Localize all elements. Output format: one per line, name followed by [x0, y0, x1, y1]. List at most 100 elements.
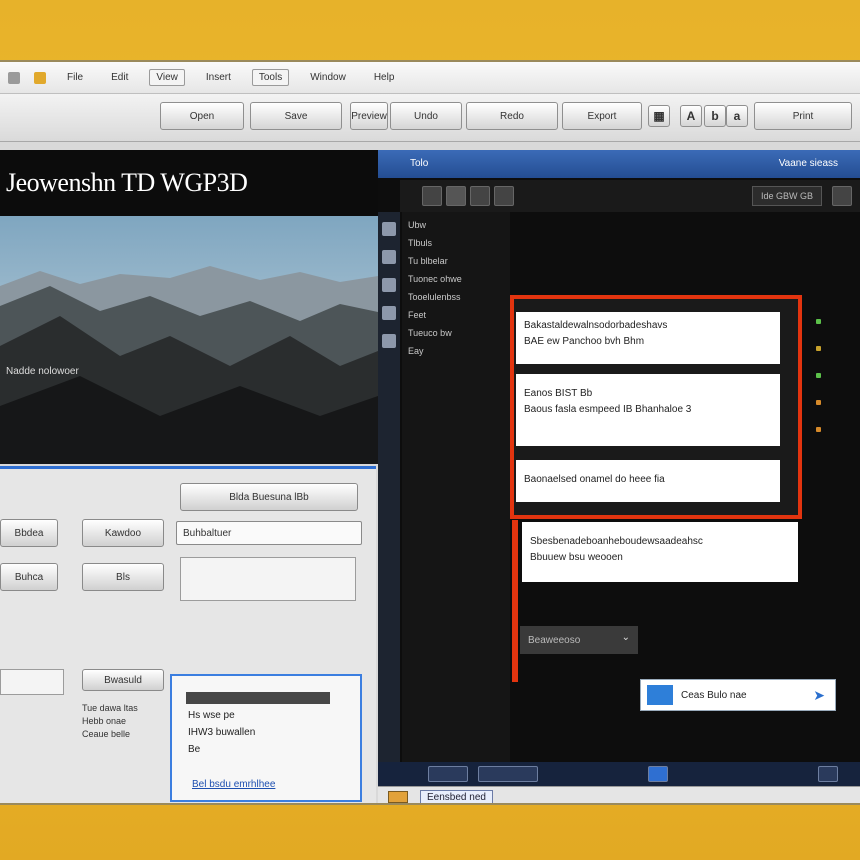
chevron-down-icon: ⌄: [621, 632, 630, 643]
status-dot: [816, 400, 821, 405]
filter-dropdown[interactable]: Beaweeoso ⌄: [520, 626, 638, 654]
right-subtoolbar: Ide GBW GB: [400, 180, 860, 212]
option-button-2[interactable]: Kawdoo: [82, 519, 164, 547]
primary-action-button[interactable]: Blda Buesuna lBb: [180, 483, 358, 511]
mountain-landscape: [0, 216, 378, 464]
popup-link[interactable]: Bel bsdu emrhlhee: [192, 779, 275, 790]
nav-item[interactable]: Eay: [402, 338, 510, 356]
back-icon[interactable]: [422, 186, 442, 206]
print-button[interactable]: Print: [754, 102, 852, 130]
preview-button[interactable]: Preview: [350, 102, 388, 130]
list-item: Tue dawa ltas: [82, 703, 138, 713]
nav-item[interactable]: Tu blbelar: [402, 248, 510, 266]
page-title: Jeowenshn TD WGP3D: [0, 150, 378, 216]
taskbar-item[interactable]: [648, 766, 668, 782]
send-button[interactable]: Ceas Bulo nae ➤: [640, 679, 836, 711]
option-button-3[interactable]: Buhca: [0, 563, 58, 591]
nav-item[interactable]: Feet: [402, 302, 510, 320]
folder-icon: [388, 791, 408, 803]
nav-item[interactable]: Tooelulenbss: [402, 284, 510, 302]
list-item: Ceaue belle: [82, 729, 131, 739]
font-icon-c[interactable]: a: [726, 105, 748, 127]
redo-button[interactable]: Redo: [466, 102, 558, 130]
menu-icon[interactable]: [832, 186, 852, 206]
taskbar-item[interactable]: [818, 766, 838, 782]
taskbar-item[interactable]: [428, 766, 468, 782]
menu-bar: File Edit View Insert Tools Window Help: [0, 62, 860, 94]
folder-icon[interactable]: [382, 306, 396, 320]
status-dot: [816, 346, 821, 351]
filter-dropdown-value: Beaweeoso: [528, 634, 581, 646]
status-label[interactable]: Eensbed ned: [420, 790, 493, 803]
taskbar-item[interactable]: [478, 766, 538, 782]
mail-icon[interactable]: [382, 250, 396, 264]
message-card[interactable]: Sbesbenadeboanheboudewsaadeahsc Bbuuew b…: [522, 522, 798, 582]
message-line: Bbuuew bsu weooen: [530, 552, 623, 563]
message-line: Baonaelsed onamel do heee fia: [524, 474, 665, 485]
image-icon[interactable]: ▦: [648, 105, 670, 127]
menu-file[interactable]: File: [60, 69, 90, 86]
list-item: Hebb onae: [82, 716, 127, 726]
message-card[interactable]: Baonaelsed onamel do heee fia: [516, 460, 780, 502]
doc-icon[interactable]: [382, 278, 396, 292]
app-window: File Edit View Insert Tools Window Help …: [0, 60, 860, 805]
mini-list: Tue dawa ltas Hebb onae Ceaue belle: [82, 702, 138, 741]
right-title-bar: Tolo Vaane sieass: [378, 150, 860, 178]
nav-item[interactable]: Ubw: [402, 212, 510, 230]
undo-button[interactable]: Undo: [390, 102, 462, 130]
folder-icon[interactable]: [34, 71, 46, 84]
nav-item[interactable]: Tuonec ohwe: [402, 266, 510, 284]
toolbar: Open Save Preview Undo Redo Export ▦ A b…: [0, 94, 860, 142]
menu-window[interactable]: Window: [303, 69, 353, 86]
option-button-1[interactable]: Bbdea: [0, 519, 58, 547]
lower-button[interactable]: Bwasuld: [82, 669, 164, 691]
hero-image: Nadde nolowoer: [0, 216, 378, 464]
popup-title-bar: [186, 692, 330, 704]
trash-icon[interactable]: [382, 334, 396, 348]
highlight-marker: [512, 520, 518, 682]
popup-dialog: Hs wse pe IHW3 buwallen Be Bel bsdu emrh…: [170, 674, 362, 802]
popup-line: Hs wse pe: [188, 710, 235, 721]
app-icon: [8, 71, 20, 84]
hero-caption: Nadde nolowoer: [6, 366, 79, 377]
popup-line: Be: [188, 744, 201, 755]
nav-item[interactable]: Tueuco bw: [402, 320, 510, 338]
message-card[interactable]: Eanos BIST Bb Baous fasla esmpeed IB Bha…: [516, 374, 780, 446]
status-bar: Eensbed ned: [378, 786, 860, 803]
menu-edit[interactable]: Edit: [104, 69, 135, 86]
export-button[interactable]: Export: [562, 102, 642, 130]
message-line: Bakastaldewalnsodorbadeshavs: [524, 320, 668, 331]
message-line: Baous fasla esmpeed IB Bhanhaloe 3: [524, 404, 692, 415]
compose-icon: [647, 685, 673, 705]
right-title-right[interactable]: Vaane sieass: [779, 158, 838, 169]
option-select[interactable]: Buhbaltuer: [176, 521, 362, 545]
option-button-4[interactable]: Bls: [82, 563, 164, 591]
forward-icon[interactable]: [470, 186, 490, 206]
open-button[interactable]: Open: [160, 102, 244, 130]
text-area[interactable]: [180, 557, 356, 601]
menu-tools[interactable]: Tools: [251, 69, 290, 86]
taskbar: [378, 762, 860, 786]
font-icon-a[interactable]: A: [680, 105, 702, 127]
popup-line: IHW3 buwallen: [188, 727, 256, 738]
menu-help[interactable]: Help: [367, 69, 402, 86]
font-icon-b[interactable]: b: [704, 105, 726, 127]
icon-sidebar: [378, 212, 400, 772]
nav-list: Ubw Tlbuls Tu blbelar Tuonec ohwe Tooelu…: [402, 212, 510, 772]
message-card[interactable]: Bakastaldewalnsodorbadeshavs BAE ew Panc…: [516, 312, 780, 364]
menu-insert[interactable]: Insert: [199, 69, 238, 86]
search-input[interactable]: Ide GBW GB: [751, 186, 822, 206]
settings-icon[interactable]: [494, 186, 514, 206]
right-title-left: Tolo: [410, 158, 429, 169]
media-icon[interactable]: [446, 186, 466, 206]
arrow-right-icon: ➤: [813, 686, 825, 703]
save-button[interactable]: Save: [250, 102, 342, 130]
status-dot: [816, 319, 821, 324]
message-line: BAE ew Panchoo bvh Bhm: [524, 336, 645, 347]
lower-field[interactable]: [0, 669, 64, 695]
option-select-value: Buhbaltuer: [183, 527, 232, 539]
nav-item[interactable]: Tlbuls: [402, 230, 510, 248]
menu-view[interactable]: View: [149, 69, 185, 86]
message-line: Sbesbenadeboanheboudewsaadeahsc: [530, 536, 703, 547]
home-icon[interactable]: [382, 222, 396, 236]
